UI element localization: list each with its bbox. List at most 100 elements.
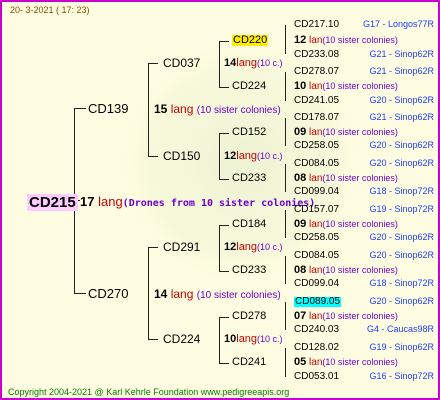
- gen4-mother-line: G18 - Sinop72R: [369, 186, 434, 196]
- gen3-queen-id[interactable]: CD241: [232, 357, 266, 368]
- connector: [219, 317, 220, 363]
- gen4-father-id[interactable]: CD233.08: [294, 50, 339, 60]
- root-queen-id[interactable]: CD215: [27, 194, 78, 211]
- root-note: (Drones from 10 sister colonies): [122, 198, 316, 209]
- connector: [285, 72, 286, 101]
- gen4-drone-info: 07 lan(10 sister colonies): [294, 311, 398, 322]
- gen1-drone-count: 14: [154, 287, 168, 301]
- gen4-mother-line: G4 - Caucas98R: [366, 324, 434, 334]
- connector: [148, 63, 149, 156]
- gen4-father-id[interactable]: CD278.07: [294, 67, 339, 77]
- connector: [219, 317, 229, 318]
- connector: [285, 164, 286, 192]
- gen2-drone-info: 10lang(10 c.): [224, 334, 283, 345]
- gen1-queen-id[interactable]: CD139: [88, 102, 128, 115]
- gen4-mother-line: G21 - Sinop62R: [369, 49, 434, 59]
- gen2-drone-count: 12: [224, 150, 237, 162]
- gen4-father-id[interactable]: CD084.05: [294, 251, 339, 261]
- gen4-mother-line: G20 - Sinop62R: [369, 296, 434, 306]
- gen1-drone-info: 15 lang (10 sister colonies): [154, 103, 281, 116]
- gen3-queen-id[interactable]: CD278: [232, 311, 266, 322]
- connector: [148, 339, 158, 340]
- gen4-father-id[interactable]: CD258.05: [294, 233, 339, 243]
- gen2-drone-count: 10: [224, 333, 237, 345]
- gen4-mother-line: G20 - Sinop62R: [369, 250, 434, 260]
- gen4-father-id[interactable]: CD084.05: [294, 159, 339, 169]
- gen2-note: (10 c.): [257, 334, 283, 344]
- gen4-father-id[interactable]: CD089.05: [294, 297, 342, 307]
- connector: [219, 225, 220, 271]
- connector: [219, 41, 220, 87]
- gen4-father-id[interactable]: CD178.07: [294, 113, 339, 123]
- gen4-mother-line: G18 - Sinop72R: [369, 278, 434, 288]
- gen4-drone-info: 12 lan(10 sister colonies): [294, 35, 398, 46]
- gen4-drone-count: 10: [294, 80, 307, 92]
- connector: [219, 271, 229, 272]
- gen4-note: (10 sister colonies): [322, 265, 398, 275]
- gen2-queen-id[interactable]: CD224: [163, 333, 200, 345]
- connector: [148, 156, 158, 157]
- connector: [74, 108, 86, 109]
- gen4-drone-count: 12: [294, 34, 307, 46]
- gen4-father-id[interactable]: CD099.04: [294, 279, 339, 289]
- gen1-lang-label: lang: [170, 102, 194, 116]
- gen4-father-id[interactable]: CD053.01: [294, 372, 339, 382]
- gen2-queen-id[interactable]: CD150: [163, 150, 200, 162]
- gen4-mother-line: G20 - Sinop62R: [369, 140, 434, 150]
- gen4-lang-label: lan: [309, 81, 323, 92]
- gen4-father-id[interactable]: CD240.03: [294, 325, 339, 335]
- gen4-father-id[interactable]: CD241.05: [294, 96, 339, 106]
- gen1-drone-info: 14 lang (10 sister colonies): [154, 288, 281, 301]
- connector: [219, 133, 220, 179]
- gen4-father-id[interactable]: CD217.10: [294, 20, 339, 30]
- pedigree-page: { "header": { "date": "20- 3-2021 ( 17: …: [0, 0, 440, 400]
- gen3-queen-id[interactable]: CD224: [232, 81, 266, 92]
- gen4-mother-line: G16 - Sinop72R: [369, 371, 434, 381]
- gen4-drone-count: 08: [294, 264, 307, 276]
- gen4-father-id[interactable]: CD099.04: [294, 187, 339, 197]
- gen4-lang-label: lan: [309, 265, 323, 276]
- gen2-note: (10 c.): [257, 151, 283, 161]
- gen4-mother-line: G20 - Sinop62R: [369, 158, 434, 168]
- gen4-note: (10 sister colonies): [322, 35, 398, 45]
- gen3-queen-id[interactable]: CD233: [232, 265, 266, 276]
- gen4-father-id[interactable]: CD157.07: [294, 205, 339, 215]
- gen3-queen-id[interactable]: CD220: [232, 35, 269, 46]
- connector: [148, 247, 149, 339]
- connector: [74, 293, 86, 294]
- connector: [219, 133, 229, 134]
- gen4-note: (10 sister colonies): [322, 127, 398, 137]
- gen2-lang-label: lang: [236, 333, 258, 345]
- connector: [219, 41, 229, 42]
- gen3-queen-id[interactable]: CD184: [232, 219, 266, 230]
- gen2-drone-info: 12lang(10 c.): [224, 242, 283, 253]
- gen4-father-id[interactable]: CD128.02: [294, 343, 339, 353]
- gen3-queen-id[interactable]: CD152: [232, 127, 266, 138]
- root-drone-info: 17 lang(Drones from 10 sister colonies): [80, 195, 315, 209]
- gen2-lang-label: lang: [236, 150, 258, 162]
- gen2-lang-label: lang: [236, 241, 258, 253]
- gen4-note: (10 sister colonies): [322, 357, 398, 367]
- gen4-lang-label: lan: [309, 127, 323, 138]
- gen4-lang-label: lan: [309, 173, 323, 184]
- gen2-note: (10 c.): [257, 242, 283, 252]
- gen4-drone-count: 09: [294, 218, 307, 230]
- connector: [285, 118, 286, 146]
- gen4-mother-line: G17 - Longos77R: [362, 19, 434, 29]
- connector: [148, 63, 158, 64]
- gen2-drone-info: 12lang(10 c.): [224, 151, 283, 162]
- gen1-queen-id[interactable]: CD270: [88, 287, 128, 300]
- gen1-drone-count: 15: [154, 102, 168, 116]
- root-lang-label: lang: [98, 194, 123, 209]
- gen2-queen-id[interactable]: CD291: [163, 241, 200, 253]
- gen4-drone-info: 08 lan(10 sister colonies): [294, 173, 398, 184]
- gen2-drone-info: 14lang(10 c.): [224, 58, 283, 69]
- gen4-lang-label: lan: [309, 219, 323, 230]
- connector: [219, 363, 229, 364]
- gen1-lang-label: lang: [170, 287, 194, 301]
- gen4-drone-info: 05 lan(10 sister colonies): [294, 357, 398, 368]
- gen4-note: (10 sister colonies): [322, 219, 398, 229]
- gen4-father-id[interactable]: CD258.05: [294, 141, 339, 151]
- gen2-queen-id[interactable]: CD037: [163, 57, 200, 69]
- gen3-queen-id[interactable]: CD233: [232, 173, 266, 184]
